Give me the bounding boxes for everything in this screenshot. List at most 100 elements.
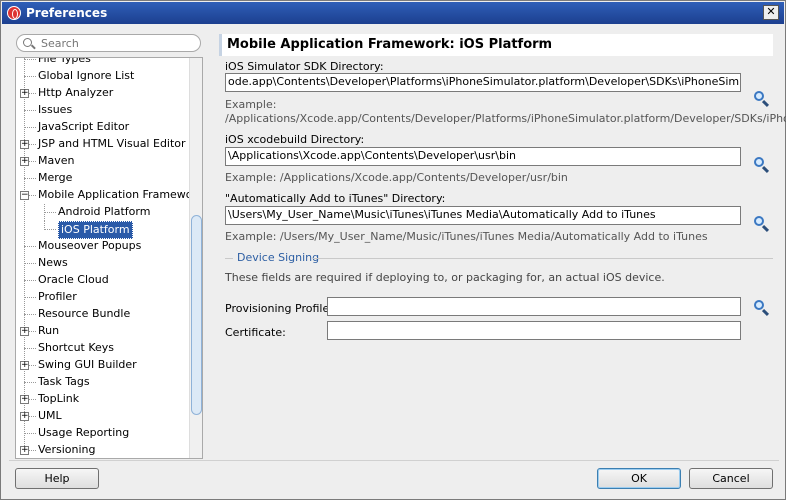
expand-icon[interactable]: + [20, 446, 29, 455]
search-input[interactable] [39, 36, 194, 50]
profile-browse-magnifier-icon[interactable] [753, 300, 770, 317]
tree-item[interactable]: Task Tags [16, 374, 188, 391]
sdk-example: /Applications/Xcode.app/Contents/Develop… [225, 112, 786, 125]
tree-item-label: Issues [38, 103, 73, 116]
search-box[interactable] [16, 34, 201, 52]
tree-connector [24, 348, 36, 349]
expand-icon[interactable]: + [20, 140, 29, 149]
tree-item[interactable]: Global Ignore List [16, 68, 188, 85]
tree-connector [24, 110, 36, 111]
tree-item[interactable]: Mouseover Popups [16, 238, 188, 255]
preferences-tree: + Versioning Usage Reporting + UML + TopLink Ta… [15, 57, 203, 459]
tree-item[interactable]: Resource Bundle [16, 306, 188, 323]
tree-item[interactable]: + Swing GUI Builder [16, 357, 188, 374]
tree-item[interactable]: Merge [16, 170, 188, 187]
tree-item-label: Versioning [38, 443, 96, 456]
expand-icon[interactable]: + [20, 89, 29, 98]
tree-item[interactable]: Issues [16, 102, 188, 119]
tree-item-label: Merge [38, 171, 73, 184]
device-signing-title: Device Signing [237, 251, 320, 264]
tree-item[interactable]: File Types [16, 57, 188, 68]
tree-item-label: JSP and HTML Visual Editor [38, 137, 186, 150]
app-icon [7, 6, 21, 20]
tree-item-label: iOS Platform [58, 221, 133, 239]
expand-icon[interactable]: + [20, 361, 29, 370]
tree-item[interactable]: JavaScript Editor [16, 119, 188, 136]
provisioning-profile-field[interactable] [327, 297, 741, 316]
section-divider-left [225, 258, 233, 259]
itunes-label: "Automatically Add to iTunes" Directory: [225, 192, 446, 205]
xcodebuild-example: Example: /Applications/Xcode.app/Content… [225, 171, 568, 184]
tree-item-label: Mouseover Popups [38, 239, 142, 252]
footer-divider [9, 460, 779, 461]
tree-item[interactable]: News [16, 255, 188, 272]
tree-connector [24, 433, 36, 434]
tree-item[interactable]: − Mobile Application Framework [16, 187, 202, 204]
tree-connector [24, 314, 36, 315]
tree-item[interactable]: + Http Analyzer [16, 85, 188, 102]
cancel-button[interactable]: Cancel [689, 468, 773, 489]
window-title: Preferences [26, 6, 108, 20]
tree-connector [24, 297, 36, 298]
tree-item-label: Profiler [38, 290, 77, 303]
tree-connector [44, 229, 56, 230]
expand-icon[interactable]: + [20, 395, 29, 404]
sdk-directory-label-text: iOS Simulator SDK Directory: [225, 60, 384, 73]
tree-item[interactable]: Usage Reporting [16, 425, 188, 442]
tree-item[interactable]: Shortcut Keys [16, 340, 188, 357]
tree-connector [24, 59, 36, 60]
tree-connector [24, 280, 36, 281]
expand-icon[interactable]: + [20, 157, 29, 166]
ok-button[interactable]: OK [597, 468, 681, 489]
tree-item-label: Http Analyzer [38, 86, 114, 99]
tree-item-label: Shortcut Keys [38, 341, 115, 354]
title-bar: Preferences ✕ [2, 2, 784, 24]
tree-item-label: Maven [38, 154, 75, 167]
certificate-field[interactable] [327, 321, 741, 340]
tree-item[interactable]: iOS Platform [16, 221, 188, 239]
tree-connector [24, 76, 36, 77]
itunes-field[interactable]: \Users\My_User_Name\Music\iTunes\iTunes … [225, 206, 741, 225]
tree-item-label: Resource Bundle [38, 307, 131, 320]
tree-item[interactable]: Profiler [16, 289, 188, 306]
certificate-label: Certificate: [225, 326, 286, 339]
tree-item-label: JavaScript Editor [38, 120, 130, 133]
device-signing-note: These fields are required if deploying t… [225, 271, 665, 284]
itunes-browse-magnifier-icon[interactable] [753, 216, 770, 233]
collapse-icon[interactable]: − [20, 191, 29, 200]
sdk-example-label: Example: [225, 98, 277, 111]
tree-item[interactable]: + JSP and HTML Visual Editor [16, 136, 188, 153]
tree-item[interactable]: Oracle Cloud [16, 272, 188, 289]
tree-connector [24, 246, 36, 247]
tree-item-label: File Types [38, 57, 91, 65]
close-icon[interactable]: ✕ [763, 5, 779, 20]
tree-item-label: Android Platform [58, 205, 151, 218]
tree-item[interactable]: + Maven [16, 153, 188, 170]
tree-item[interactable]: + Run [16, 323, 188, 340]
tree-item[interactable]: + TopLink [16, 391, 188, 408]
tree-scrollbar[interactable] [189, 58, 202, 458]
xcodebuild-field[interactable]: \Applications\Xcode.app\Contents\Develop… [225, 147, 741, 166]
provisioning-profile-label: Provisioning Profile: [225, 302, 333, 315]
tree-item-label: Global Ignore List [38, 69, 135, 82]
expand-icon[interactable]: + [20, 327, 29, 336]
panel-header: Mobile Application Framework: iOS Platfo… [219, 34, 773, 56]
help-button[interactable]: Help [15, 468, 99, 489]
tree-item[interactable]: Android Platform [16, 204, 188, 221]
tree-item-label: News [38, 256, 68, 269]
search-icon [23, 38, 32, 47]
expand-icon[interactable]: + [20, 412, 29, 421]
xcodebuild-browse-magnifier-icon[interactable] [753, 157, 770, 174]
tree-item-label: Task Tags [38, 375, 90, 388]
sdk-directory-field[interactable]: ode.app\Contents\Developer\Platforms\iPh… [225, 73, 741, 92]
tree-item-label: Usage Reporting [38, 426, 130, 439]
tree-connector [24, 127, 36, 128]
tree-item-label: Swing GUI Builder [38, 358, 137, 371]
tree-item[interactable]: + UML [16, 408, 188, 425]
tree-item[interactable]: + Versioning [16, 442, 188, 458]
sdk-browse-magnifier-icon[interactable] [753, 91, 770, 108]
xcodebuild-label: iOS xcodebuild Directory: [225, 133, 365, 146]
sdk-directory-label: iOS Simulator SDK Directory: [225, 60, 384, 73]
tree-connector [44, 212, 56, 213]
scroll-thumb[interactable] [191, 215, 202, 415]
